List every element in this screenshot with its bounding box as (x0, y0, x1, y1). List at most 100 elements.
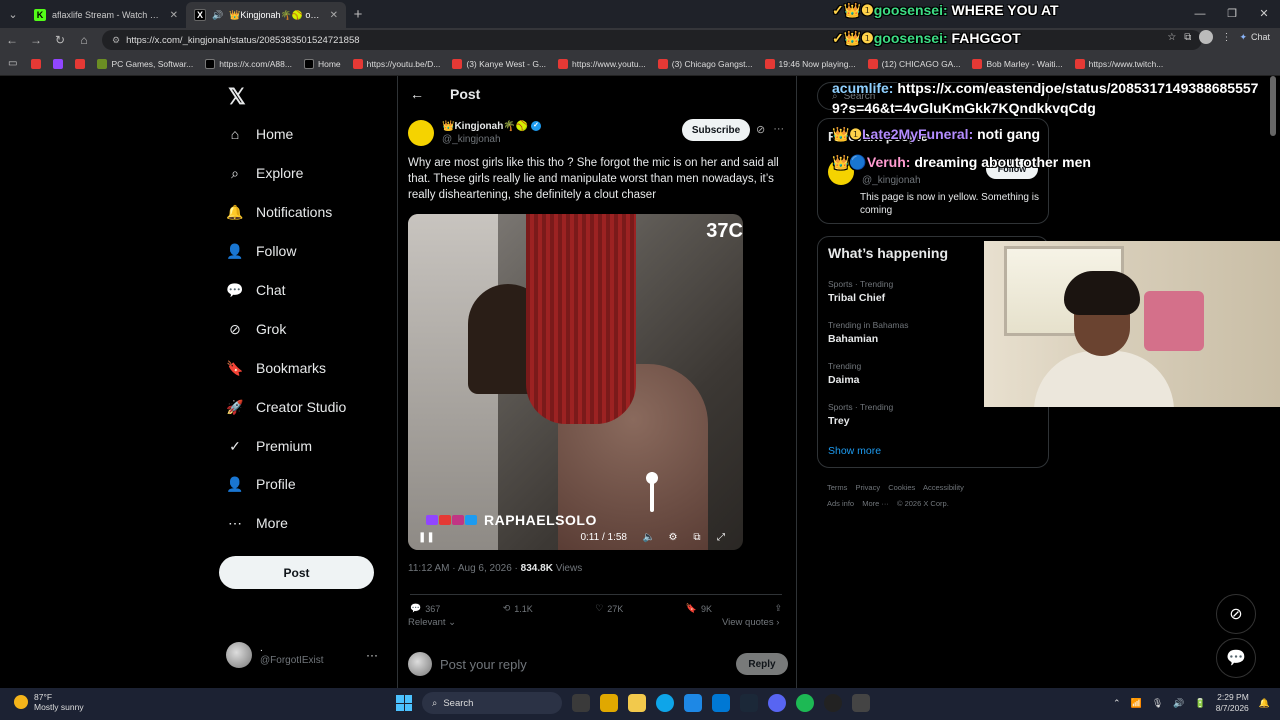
extensions-icon[interactable]: ⧉ (1184, 32, 1191, 43)
forward-icon[interactable]: → (24, 33, 48, 47)
bookmark-apps-icon[interactable]: ▭ (8, 58, 17, 69)
footer-link[interactable]: Privacy (856, 483, 881, 492)
site-info-icon[interactable]: ⚙ (112, 35, 120, 46)
chrome-icon[interactable] (824, 694, 842, 712)
close-tab-icon[interactable]: ✕ (170, 10, 178, 21)
sidebar-item-bookmarks[interactable]: 🔖 Bookmarks (226, 359, 326, 377)
bookmark-item[interactable]: Home (300, 58, 345, 69)
sidebar-item-premium[interactable]: ✓ Premium (226, 437, 312, 455)
tray-chevron-icon[interactable]: ⌃ (1113, 698, 1121, 709)
volume-tray-icon[interactable]: 🔊 (1173, 698, 1184, 709)
sidebar-item-grok[interactable]: ⊘ Grok (226, 320, 286, 338)
pip-icon[interactable]: ⧉ (685, 532, 709, 543)
back-arrow-icon[interactable]: ← (410, 86, 424, 102)
sidebar-item-explore[interactable]: ⌕ Explore (226, 164, 303, 182)
sidebar-item-follow[interactable]: 👤 Follow (226, 242, 296, 260)
relevant-person-handle[interactable]: @_kingjonah (862, 175, 921, 186)
bookmark-item[interactable] (27, 58, 45, 69)
gemini-chat-button[interactable]: ✦ Chat (1239, 32, 1270, 43)
repost-action[interactable]: ⟲ 1.1K (503, 603, 533, 614)
sidebar-item-chat[interactable]: 💬 Chat (226, 281, 285, 299)
address-bar[interactable]: ⚙ https://x.com/_kingjonah/status/208538… (102, 30, 1202, 50)
reload-icon[interactable]: ↻ (48, 33, 72, 47)
bookmark-item[interactable]: https://youtu.be/D... (349, 58, 445, 69)
taskbar-search[interactable]: ⌕ Search (422, 692, 562, 714)
weather-widget[interactable]: 87°F Mostly sunny (14, 692, 84, 712)
sidebar-item-profile[interactable]: 👤 Profile (226, 475, 295, 493)
notification-bell-icon[interactable]: 🔔 (1259, 698, 1270, 709)
profile-avatar[interactable] (1199, 30, 1214, 44)
bookmark-item[interactable]: https://x.com/A88... (201, 58, 296, 69)
trend-item[interactable]: Sports · Trending Tribal Chief (828, 279, 893, 304)
trend-item[interactable]: Trending in Bahamas Bahamian (828, 320, 908, 345)
edge-icon[interactable] (656, 694, 674, 712)
bookmark-item[interactable]: https://www.twitch... (1071, 58, 1168, 69)
bookmark-item[interactable]: Bob Marley - Waiti... (968, 58, 1066, 69)
x-logo-icon[interactable]: 𝕏 (228, 84, 246, 110)
restore-icon[interactable]: ❐ (1216, 0, 1248, 28)
new-tab-button[interactable]: + (346, 6, 370, 23)
author-name[interactable]: 👑Kingjonah🌴🥎 ✓ (442, 120, 542, 133)
subscribe-button[interactable]: Subscribe (682, 119, 750, 141)
video-player[interactable]: 37C RAPHAELSOLO ❚❚ 0:11 / 1:58 🔈 ⚙ ⧉ ⤢ (408, 214, 743, 550)
bookmark-item[interactable]: 19:46 Now playing... (761, 58, 860, 69)
close-tab-icon[interactable]: ✕ (330, 10, 338, 21)
footer-link[interactable]: More ··· (862, 499, 889, 508)
speaker-icon[interactable]: 🔊 (212, 10, 223, 21)
bookmark-item[interactable]: (3) Kanye West - G... (448, 58, 550, 69)
tab-search-button[interactable]: ⌄ (0, 0, 26, 28)
bookmark-item[interactable] (71, 58, 89, 69)
bookmark-item[interactable]: (12) CHICAGO GA... (864, 58, 965, 69)
account-switcher[interactable]: . @ForgotIExist ··· (226, 642, 386, 668)
reply-input[interactable]: Post your reply (440, 657, 728, 672)
like-action[interactable]: ♡ 27K (595, 603, 623, 614)
obs-icon[interactable] (852, 694, 870, 712)
back-icon[interactable]: ← (0, 33, 24, 47)
post-button[interactable]: Post (219, 556, 374, 589)
task-view-icon[interactable] (572, 694, 590, 712)
post-author[interactable]: 👑Kingjonah🌴🥎 ✓ @_kingjonah (408, 120, 542, 146)
pause-icon[interactable]: ❚❚ (418, 532, 438, 543)
view-quotes-link[interactable]: View quotes › (722, 617, 779, 628)
mail-icon[interactable] (712, 694, 730, 712)
sidebar-item-more[interactable]: ⋯ More (226, 514, 288, 532)
trend-item[interactable]: Sports · Trending Trey (828, 402, 893, 427)
browser-tab-active[interactable]: X 🔊 👑Kingjonah🌴🥎 on X: "W ✕ (186, 2, 346, 28)
browser-tab[interactable]: K aflaxlife Stream - Watch Live on Ki ✕ (26, 2, 186, 28)
trend-item[interactable]: Trending Daima (828, 361, 861, 386)
bookmark-item[interactable] (49, 58, 67, 69)
mic-icon[interactable]: 🎙 (1152, 698, 1163, 709)
footer-link[interactable]: Accessibility (923, 483, 964, 492)
clock[interactable]: 2:29 PM 8/7/2026 (1216, 692, 1249, 714)
discord-icon[interactable] (768, 694, 786, 712)
bookmark-item[interactable]: https://www.youtu... (554, 58, 650, 69)
footer-link[interactable]: Ads info (827, 499, 854, 508)
footer-link[interactable]: Cookies (888, 483, 915, 492)
sidebar-item-home[interactable]: ⌂ Home (226, 125, 294, 143)
account-more-icon[interactable]: ··· (366, 648, 378, 662)
home-button-icon[interactable]: ⌂ (72, 33, 96, 47)
bookmark-item[interactable]: (3) Chicago Gangst... (654, 58, 757, 69)
windows-start-icon[interactable] (396, 695, 412, 711)
grok-explain-icon[interactable]: ⊘ (756, 123, 765, 136)
show-more-link[interactable]: Show more (828, 445, 881, 457)
grok-float-button[interactable]: ⊘ (1216, 594, 1256, 634)
reply-action[interactable]: 💬 367 (410, 603, 440, 614)
sort-dropdown[interactable]: Relevant ⌄ (408, 617, 456, 628)
settings-icon[interactable]: ⚙ (661, 532, 685, 543)
spotify-icon[interactable] (796, 694, 814, 712)
messages-float-button[interactable]: 💬 (1216, 638, 1256, 678)
close-window-icon[interactable]: ✕ (1248, 0, 1280, 28)
battery-icon[interactable]: 🔋 (1194, 698, 1205, 709)
minimize-icon[interactable]: — (1184, 0, 1216, 28)
fullscreen-icon[interactable]: ⤢ (709, 532, 733, 543)
menu-icon[interactable]: ⋮ (1221, 32, 1231, 43)
sidebar-item-creator-studio[interactable]: 🚀 Creator Studio (226, 398, 346, 416)
more-options-icon[interactable]: ··· (773, 123, 784, 136)
sidebar-item-notifications[interactable]: 🔔 Notifications (226, 203, 332, 221)
widgets-icon[interactable] (600, 694, 618, 712)
share-icon[interactable]: ⇪ (774, 603, 782, 614)
network-icon[interactable]: 📶 (1131, 698, 1142, 709)
bookmark-action[interactable]: 🔖 9K (686, 603, 712, 614)
footer-link[interactable]: Terms (827, 483, 847, 492)
